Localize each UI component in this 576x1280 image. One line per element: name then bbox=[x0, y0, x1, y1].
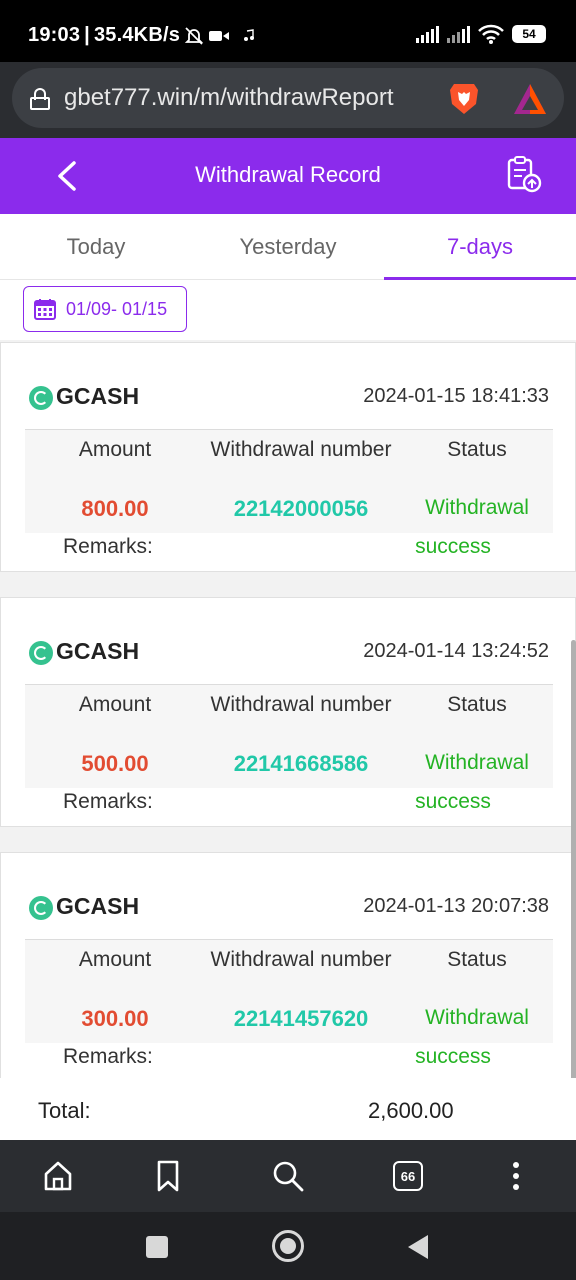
payment-method: GCASH bbox=[56, 638, 140, 664]
scrollbar[interactable] bbox=[571, 640, 576, 1078]
record-time: 2024-01-14 13:24:52 bbox=[363, 640, 549, 662]
status-value-line2: success bbox=[415, 790, 491, 813]
record-time: 2024-01-13 20:07:38 bbox=[363, 895, 549, 917]
period-tabs: Today Yesterday 7-days bbox=[0, 214, 576, 280]
amount-header: Amount bbox=[78, 948, 152, 971]
payment-method: GCASH bbox=[56, 893, 140, 919]
status-value: Withdrawal bbox=[425, 496, 529, 519]
bookmark-icon[interactable] bbox=[150, 1158, 186, 1194]
gcash-logo-icon bbox=[29, 896, 53, 920]
status-value-line2: success bbox=[415, 535, 491, 558]
payment-method: GCASH bbox=[56, 383, 140, 409]
wifi-icon bbox=[478, 24, 504, 44]
record-header: GCASH 2024-01-13 20:07:38 bbox=[29, 893, 549, 923]
url-text[interactable]: gbet777.win/m/withdrawReport bbox=[64, 84, 394, 112]
record-details: Amount Withdrawal number Status 500.00 2… bbox=[25, 684, 553, 788]
total-value: 2,600.00 bbox=[368, 1098, 454, 1123]
bell-off-icon bbox=[184, 26, 204, 45]
brave-lion-icon[interactable] bbox=[446, 80, 482, 116]
system-navigation-bar bbox=[0, 1212, 576, 1280]
video-icon bbox=[209, 30, 230, 41]
withdrawal-number-header: Withdrawal number bbox=[210, 438, 392, 461]
home-icon[interactable] bbox=[40, 1158, 76, 1194]
tab-count: 66 bbox=[393, 1161, 423, 1191]
calendar-icon bbox=[34, 299, 56, 320]
app-header: Withdrawal Record bbox=[0, 138, 576, 214]
record-time: 2024-01-15 18:41:33 bbox=[363, 385, 549, 407]
tab-today[interactable]: Today bbox=[0, 214, 192, 279]
total-label: Total: bbox=[38, 1098, 91, 1123]
status-header: Status bbox=[447, 438, 507, 461]
amount-header: Amount bbox=[78, 693, 152, 716]
network-speed: 35.4KB/s bbox=[93, 24, 181, 46]
remarks-label: Remarks: bbox=[63, 535, 153, 558]
record-card: GCASH 2024-01-13 20:07:38 Amount Withdra… bbox=[0, 852, 576, 1078]
status-header: Status bbox=[447, 948, 507, 971]
gcash-logo-icon bbox=[29, 641, 53, 665]
remarks-label: Remarks: bbox=[63, 1045, 153, 1068]
tab-yesterday[interactable]: Yesterday bbox=[192, 214, 384, 279]
search-icon[interactable] bbox=[270, 1158, 306, 1194]
address-bar[interactable]: gbet777.win/m/withdrawReport bbox=[12, 68, 564, 128]
status-value: Withdrawal bbox=[425, 1006, 529, 1029]
tab-7-days[interactable]: 7-days bbox=[384, 214, 576, 280]
record-details: Amount Withdrawal number Status 800.00 2… bbox=[25, 429, 553, 533]
record-card: GCASH 2024-01-14 13:24:52 Amount Withdra… bbox=[0, 597, 576, 827]
status-right: 54 bbox=[416, 24, 546, 44]
remarks-label: Remarks: bbox=[63, 790, 153, 813]
withdrawal-number-header: Withdrawal number bbox=[210, 948, 392, 971]
brave-rewards-icon[interactable] bbox=[512, 82, 548, 116]
signal-icon bbox=[416, 25, 439, 43]
date-range-text: 01/09- 01/15 bbox=[66, 298, 168, 319]
music-note-icon bbox=[244, 28, 255, 41]
amount-value: 500.00 bbox=[81, 751, 149, 776]
clipboard-upload-icon[interactable] bbox=[504, 155, 544, 195]
date-range-picker[interactable]: 01/09- 01/15 bbox=[23, 286, 187, 332]
page-title: Withdrawal Record bbox=[195, 162, 381, 187]
withdrawal-number-value: 22141668586 bbox=[233, 751, 369, 776]
lock-icon[interactable] bbox=[30, 88, 50, 110]
browser-toolbar: gbet777.win/m/withdrawReport bbox=[0, 62, 576, 138]
gcash-logo-icon bbox=[29, 386, 53, 410]
back-triangle-icon[interactable] bbox=[406, 1234, 430, 1260]
status-header: Status bbox=[447, 693, 507, 716]
record-header: GCASH 2024-01-15 18:41:33 bbox=[29, 383, 549, 413]
record-header: GCASH 2024-01-14 13:24:52 bbox=[29, 638, 549, 668]
battery-icon: 54 bbox=[512, 25, 546, 43]
status-value: Withdrawal bbox=[425, 751, 529, 774]
more-icon[interactable] bbox=[498, 1158, 534, 1194]
amount-header: Amount bbox=[78, 438, 152, 461]
recents-icon[interactable] bbox=[146, 1236, 168, 1258]
withdrawal-number-header: Withdrawal number bbox=[210, 693, 392, 716]
status-left: 19:03 | 35.4KB/s bbox=[28, 24, 256, 47]
home-button-icon[interactable] bbox=[272, 1230, 304, 1262]
records-list[interactable]: GCASH 2024-01-15 18:41:33 Amount Withdra… bbox=[0, 340, 576, 1078]
amount-value: 300.00 bbox=[81, 1006, 149, 1031]
status-bar: 19:03 | 35.4KB/s 54 bbox=[0, 0, 576, 62]
record-details: Amount Withdrawal number Status 300.00 2… bbox=[25, 939, 553, 1043]
tabs-icon[interactable]: 66 bbox=[390, 1158, 426, 1194]
signal-icon bbox=[447, 25, 470, 43]
clock: 19:03 bbox=[28, 24, 81, 46]
browser-bottom-nav: 66 bbox=[0, 1140, 576, 1212]
amount-value: 800.00 bbox=[81, 496, 149, 521]
total-bar: Total: 2,600.00 bbox=[0, 1078, 576, 1140]
withdrawal-number-value: 22141457620 bbox=[233, 1006, 369, 1031]
status-value-line2: success bbox=[415, 1045, 491, 1068]
record-card: GCASH 2024-01-15 18:41:33 Amount Withdra… bbox=[0, 342, 576, 572]
withdrawal-number-value: 22142000056 bbox=[233, 496, 369, 521]
